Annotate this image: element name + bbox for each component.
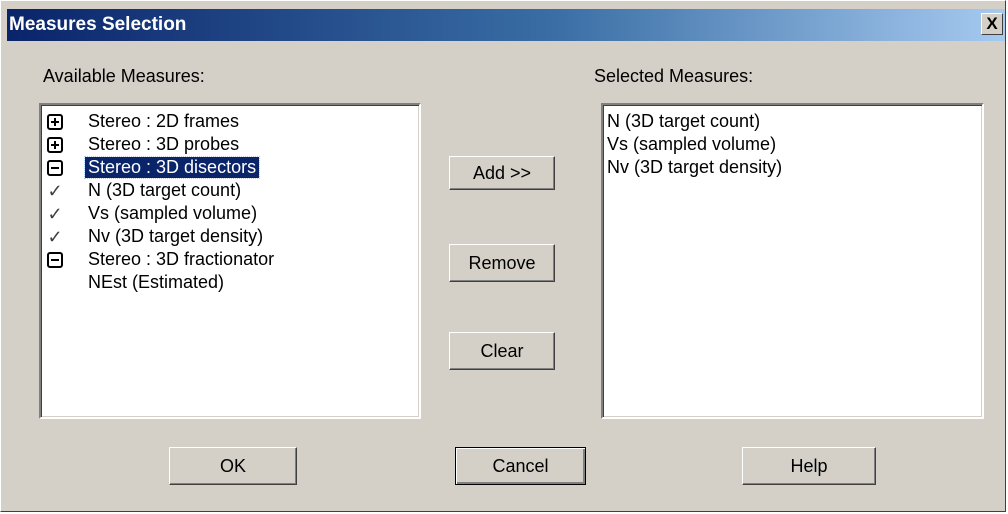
collapse-minus-icon[interactable] xyxy=(47,160,63,176)
available-measures-list[interactable]: Stereo : 2D frames Stereo : 3D probes St… xyxy=(39,103,421,419)
list-item-label: Stereo : 3D fractionator xyxy=(88,249,275,269)
list-item[interactable]: Stereo : 3D probes xyxy=(41,133,419,156)
list-item-label: Nv (3D target density) xyxy=(88,226,264,246)
list-item[interactable]: ✓ Nv (3D target density) xyxy=(41,225,419,248)
list-item-label: Stereo : 3D disectors xyxy=(83,156,261,179)
title-bar[interactable]: Measures Selection X xyxy=(7,9,1005,41)
list-item[interactable]: Stereo : 3D fractionator xyxy=(41,248,419,271)
expand-plus-icon[interactable] xyxy=(47,137,63,153)
close-button[interactable]: X xyxy=(981,13,1003,35)
measures-selection-dialog: Measures Selection X Available Measures:… xyxy=(0,0,1006,512)
list-item-label: NEst (Estimated) xyxy=(88,272,225,292)
cancel-button[interactable]: Cancel xyxy=(455,447,586,485)
list-item-label: Vs (sampled volume) xyxy=(88,203,258,223)
list-item[interactable]: ✓ Vs (sampled volume) xyxy=(41,202,419,225)
list-item-label: N (3D target count) xyxy=(88,180,242,200)
collapse-minus-icon[interactable] xyxy=(47,252,63,268)
list-item-label: Stereo : 3D probes xyxy=(88,134,240,154)
ok-button[interactable]: OK xyxy=(169,447,297,485)
help-button[interactable]: Help xyxy=(742,447,876,485)
available-measures-label: Available Measures: xyxy=(43,66,205,86)
list-item[interactable]: ✓ N (3D target count) xyxy=(41,179,419,202)
expand-plus-icon[interactable] xyxy=(47,114,63,130)
selected-measures-label: Selected Measures: xyxy=(594,66,754,86)
remove-button[interactable]: Remove xyxy=(449,244,555,282)
selected-list-item[interactable]: N (3D target count) xyxy=(607,111,760,132)
clear-button[interactable]: Clear xyxy=(449,332,555,370)
selected-list-item[interactable]: Nv (3D target density) xyxy=(607,157,782,178)
list-item[interactable]: NEst (Estimated) xyxy=(41,271,419,294)
list-item-label: Stereo : 2D frames xyxy=(88,111,240,131)
check-icon: ✓ xyxy=(47,181,63,201)
check-icon: ✓ xyxy=(47,227,63,247)
selected-list-item[interactable]: Vs (sampled volume) xyxy=(607,134,776,155)
check-icon: ✓ xyxy=(47,204,63,224)
window-title: Measures Selection xyxy=(9,14,187,35)
add-button[interactable]: Add >> xyxy=(449,156,555,190)
list-item-selected[interactable]: Stereo : 3D disectors xyxy=(41,156,419,179)
selected-measures-list[interactable]: N (3D target count) Vs (sampled volume) … xyxy=(601,103,984,419)
list-item[interactable]: Stereo : 2D frames xyxy=(41,110,419,133)
